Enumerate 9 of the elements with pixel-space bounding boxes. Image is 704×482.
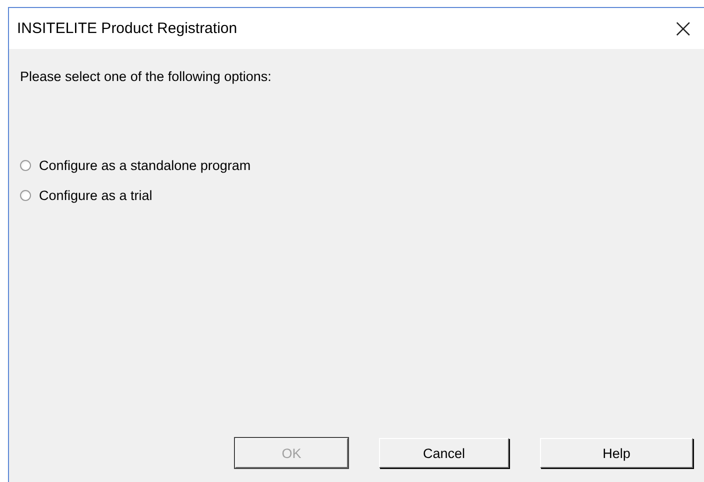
option-label[interactable]: Configure as a standalone program: [39, 158, 251, 173]
prompt-text: Please select one of the following options:: [20, 69, 272, 84]
close-button[interactable]: ×: [662, 16, 704, 42]
dialog-button[interactable]: Help: [540, 438, 693, 468]
option-label[interactable]: Configure as a trial: [39, 188, 152, 203]
radio-button[interactable]: [20, 160, 31, 171]
radio-button[interactable]: [20, 190, 31, 201]
dialog-button[interactable]: Cancel: [379, 438, 509, 468]
window-title: INSITELITE Product Registration: [17, 20, 238, 37]
